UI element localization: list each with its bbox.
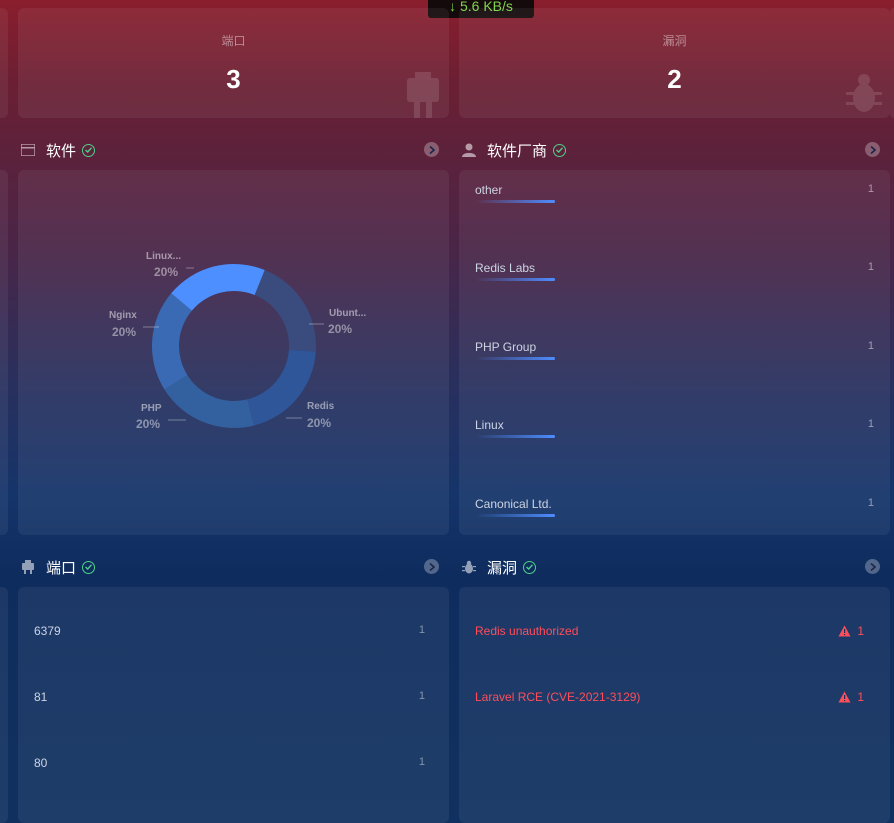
pie-slice[interactable] [171, 264, 265, 311]
left-edge-card [0, 8, 8, 118]
section-title: 软件厂商 [487, 142, 548, 160]
software-donut-chart[interactable] [18, 170, 449, 535]
vuln-stat-card[interactable]: 漏洞 2 [459, 8, 890, 118]
stat-value: 3 [226, 64, 241, 94]
vendor-bar [475, 278, 555, 281]
check-icon [523, 560, 537, 574]
vendor-bar [475, 357, 555, 360]
vulns-list-card: Redis unauthorized 1 Laravel RCE (CVE-20… [459, 587, 890, 823]
vendor-count: 1 [867, 340, 874, 352]
software-section-header: 软件 [20, 139, 96, 161]
vendor-bar [475, 435, 555, 438]
vuln-count-group: 1 [838, 624, 864, 638]
vuln-count: 1 [857, 624, 864, 638]
chevron-right-icon [428, 562, 435, 571]
chart-label: Ubunt... [329, 308, 367, 319]
chart-label: Nginx [109, 310, 137, 321]
chart-percent: 20% [136, 417, 161, 431]
chart-label: Redis [307, 401, 335, 412]
list-item[interactable]: other 1 [475, 183, 874, 213]
stat-value: 2 [667, 64, 682, 94]
stat-label: 端口 [221, 34, 246, 48]
section-title: 软件 [46, 142, 77, 160]
bug-icon [461, 559, 477, 575]
pie-slice[interactable] [152, 293, 192, 390]
port-icon [405, 70, 441, 125]
user-icon [461, 142, 477, 158]
vendor-name: other [475, 183, 503, 197]
chart-percent: 20% [154, 265, 179, 279]
vendor-count: 1 [867, 418, 874, 430]
port-count: 1 [418, 624, 425, 636]
port-number: 80 [34, 756, 48, 770]
right-edge-card [890, 8, 894, 118]
warning-icon [838, 691, 851, 703]
chart-label: PHP [141, 403, 162, 414]
software-chart-card: Ubunt... 20% Redis 20% PHP 20% Nginx 20%… [18, 170, 449, 535]
list-item[interactable]: Canonical Ltd. 1 [475, 497, 874, 527]
list-item[interactable]: PHP Group 1 [475, 340, 874, 370]
bug-icon [846, 70, 882, 125]
vuln-count: 1 [857, 690, 864, 704]
chart-percent: 20% [112, 325, 137, 339]
vendor-bar [475, 200, 555, 203]
pie-slice[interactable] [247, 349, 316, 426]
chart-label: Linux... [146, 251, 181, 262]
list-item[interactable]: 81 1 [34, 690, 433, 704]
vendor-more-button[interactable] [865, 142, 880, 157]
ports-list-card: 6379 1 81 1 80 1 [18, 587, 449, 823]
chart-percent: 20% [328, 322, 353, 336]
vendor-bar [475, 514, 555, 517]
vulns-section-header: 漏洞 [461, 556, 537, 578]
left-edge-card [0, 170, 8, 535]
vendor-list-card: other 1 Redis Labs 1 PHP Group 1 Linux 1… [459, 170, 890, 535]
chevron-right-icon [869, 562, 876, 571]
vendor-count: 1 [867, 497, 874, 509]
list-item[interactable]: 80 1 [34, 756, 433, 770]
check-icon [82, 560, 96, 574]
warning-icon [838, 625, 851, 637]
ports-section-header: 端口 [20, 556, 96, 578]
vendor-name: Linux [475, 418, 504, 432]
chart-percent: 20% [307, 416, 332, 430]
vuln-name: Laravel RCE (CVE-2021-3129) [475, 690, 641, 704]
list-item[interactable]: 6379 1 [34, 624, 433, 638]
port-number: 81 [34, 690, 48, 704]
list-item[interactable]: Redis unauthorized 1 [475, 624, 874, 638]
chevron-right-icon [428, 145, 435, 154]
check-icon [82, 143, 96, 157]
list-item[interactable]: Redis Labs 1 [475, 261, 874, 291]
list-item[interactable]: Laravel RCE (CVE-2021-3129) 1 [475, 690, 874, 704]
section-title: 漏洞 [487, 559, 518, 577]
vendor-name: Redis Labs [475, 261, 536, 275]
software-more-button[interactable] [424, 142, 439, 157]
check-icon [553, 143, 567, 157]
vendor-count: 1 [867, 183, 874, 195]
section-title: 端口 [46, 559, 77, 577]
list-item[interactable]: Linux 1 [475, 418, 874, 448]
port-count: 1 [418, 690, 425, 702]
vuln-count-group: 1 [838, 690, 864, 704]
vendor-section-header: 软件厂商 [461, 139, 567, 161]
pie-slice[interactable] [254, 269, 317, 352]
vendor-name: PHP Group [475, 340, 537, 354]
vulns-more-button[interactable] [865, 559, 880, 574]
chevron-right-icon [869, 145, 876, 154]
port-count: 1 [418, 756, 425, 768]
port-icon [20, 559, 36, 575]
left-edge-card [0, 587, 8, 823]
port-stat-card[interactable]: 端口 3 [18, 8, 449, 118]
vuln-name: Redis unauthorized [475, 624, 579, 638]
vendor-name: Canonical Ltd. [475, 497, 552, 511]
stat-label: 漏洞 [662, 34, 687, 48]
vendor-count: 1 [867, 261, 874, 273]
software-icon [20, 142, 36, 158]
ports-more-button[interactable] [424, 559, 439, 574]
port-number: 6379 [34, 624, 61, 638]
